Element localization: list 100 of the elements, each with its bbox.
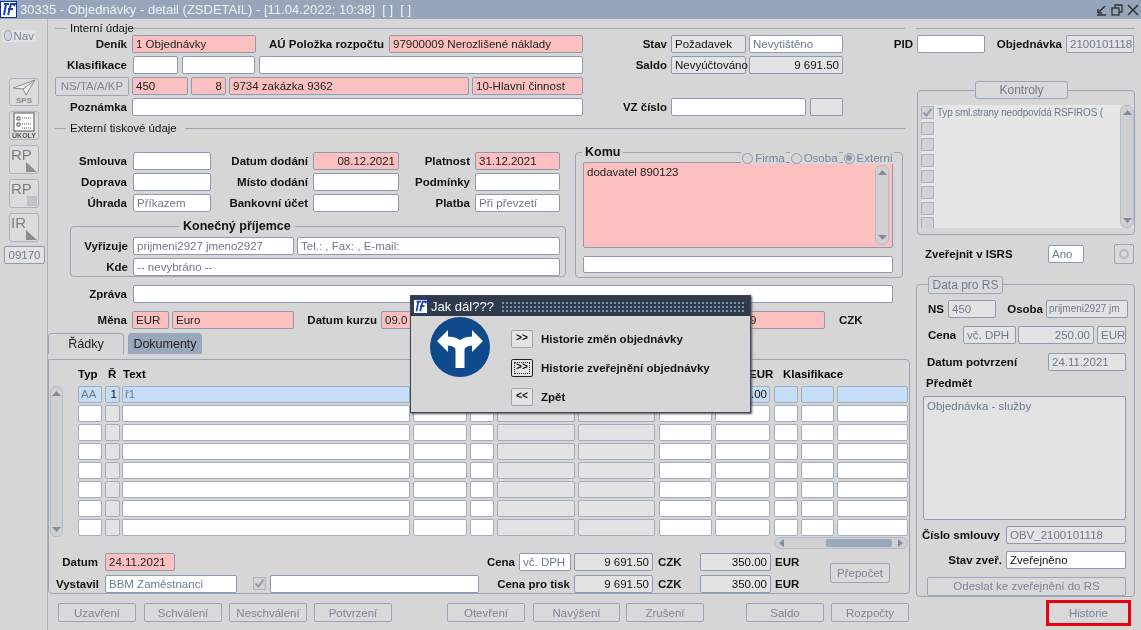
input-field[interactable] xyxy=(917,35,985,53)
recalculate-button[interactable]: Přepočet xyxy=(830,562,890,583)
text-field[interactable]: 08.12.2021 xyxy=(313,152,399,170)
text-field[interactable]: 2100101118 xyxy=(1066,35,1134,53)
action-button[interactable]: Otevření xyxy=(447,603,525,622)
input-field[interactable] xyxy=(133,173,211,191)
checkbox[interactable] xyxy=(253,577,266,590)
field-label: Deník xyxy=(94,37,127,52)
text-field[interactable]: Tel.: , Fax: , E-mail: xyxy=(297,237,560,255)
option-button[interactable]: >> xyxy=(511,329,533,348)
input-field[interactable] xyxy=(475,173,560,191)
text-field[interactable]: EUR xyxy=(1097,325,1126,344)
text-field[interactable]: 10-Hlavní činnost xyxy=(472,77,583,95)
icon-button[interactable] xyxy=(1114,244,1134,264)
checkbox[interactable] xyxy=(921,201,934,215)
text-field[interactable]: Při převzetí xyxy=(475,194,560,212)
action-button[interactable]: Rozpočty xyxy=(831,603,909,622)
text-field[interactable]: vč. DPH xyxy=(519,552,571,571)
horizontal-scrollbar[interactable] xyxy=(774,536,908,549)
column-header: Ř xyxy=(108,367,118,380)
text-field[interactable]: 9 691.50 xyxy=(574,552,653,571)
field-label: CZK xyxy=(839,313,864,328)
text-field[interactable]: 24.11.2021 xyxy=(105,552,175,571)
input-field[interactable] xyxy=(259,56,583,74)
input-field[interactable] xyxy=(313,173,399,191)
text-field[interactable]: EUR xyxy=(132,311,169,329)
text-field[interactable]: prijmeni2927 jmeno2927 xyxy=(133,237,294,255)
send-button[interactable]: Odeslat ke zveřejnění do RS xyxy=(927,576,1126,596)
tool-button[interactable]: RP xyxy=(9,145,39,174)
text-field[interactable]: -- nevybráno -- xyxy=(133,258,560,276)
tab[interactable]: Dokumenty xyxy=(128,333,202,354)
input-field[interactable] xyxy=(270,574,479,593)
radio-option[interactable]: Firma xyxy=(741,152,786,164)
text-field[interactable]: 9734 zakázka 9362 xyxy=(229,77,469,95)
action-button[interactable]: Historie xyxy=(1046,600,1131,626)
text-field[interactable]: 31.12.2021 xyxy=(475,152,560,170)
input-field[interactable] xyxy=(133,152,211,170)
text-field[interactable]: vč. DPH xyxy=(963,325,1016,344)
text-field[interactable]: 9 691.50 xyxy=(574,574,653,593)
checkbox[interactable] xyxy=(921,169,934,183)
tool-button[interactable]: IR xyxy=(9,213,39,242)
text-field[interactable]: 9 691.50 xyxy=(749,56,843,74)
checks-header[interactable]: Kontroly xyxy=(975,81,1068,99)
radio-option[interactable]: Osoba xyxy=(789,152,839,164)
action-button[interactable]: Uzavření xyxy=(58,603,136,622)
checkbox[interactable] xyxy=(921,153,934,167)
tab[interactable]: Řádky xyxy=(48,333,124,354)
text-field[interactable]: Ano xyxy=(1048,245,1084,263)
text-field[interactable]: Euro xyxy=(172,311,294,329)
text-field[interactable]: 8 xyxy=(191,77,226,95)
text-field[interactable]: 1 Objednávky xyxy=(132,35,256,53)
checkbox[interactable] xyxy=(921,185,934,199)
text-field[interactable]: 450 xyxy=(948,299,996,318)
action-button[interactable]: Saldo xyxy=(746,603,824,622)
vertical-scrollbar[interactable] xyxy=(1120,105,1134,228)
input-field[interactable] xyxy=(671,98,806,116)
checkbox[interactable] xyxy=(921,106,934,120)
tool-button[interactable]: RP xyxy=(9,179,39,208)
checkbox[interactable] xyxy=(921,122,934,136)
text-field[interactable]: BBM Zaměstnanci xyxy=(105,574,237,593)
input-field[interactable] xyxy=(182,56,255,74)
text-area[interactable]: dodavatel 890123 xyxy=(583,162,893,248)
checkbox[interactable] xyxy=(921,217,934,228)
input-field[interactable] xyxy=(313,194,399,212)
action-button[interactable]: Schválení xyxy=(144,603,222,622)
nav-radio[interactable]: Nav xyxy=(2,29,36,42)
input-field[interactable] xyxy=(810,98,843,116)
text-field[interactable]: Zveřejněno xyxy=(1006,550,1126,569)
radio-option[interactable]: Externí xyxy=(842,152,894,164)
rs-data-header[interactable]: Data pro RS xyxy=(928,275,1003,294)
text-field[interactable]: 450 xyxy=(132,77,188,95)
input-field[interactable] xyxy=(583,256,893,273)
ns-button[interactable]: NS/TA/A/KP xyxy=(55,76,129,96)
text-field[interactable]: 350.00 xyxy=(700,552,771,571)
text-field[interactable]: Nevyúčtováno xyxy=(671,56,746,74)
vertical-scrollbar[interactable] xyxy=(50,385,63,537)
text-field[interactable]: 350.00 xyxy=(700,574,771,593)
field-label: Cena xyxy=(485,554,515,570)
up-arrow-icon xyxy=(1121,108,1133,117)
option-button[interactable]: >> xyxy=(511,358,533,377)
text-field[interactable]: Požadavek xyxy=(671,35,746,53)
option-button[interactable]: << xyxy=(511,387,533,406)
text-area[interactable]: Objednávka - služby xyxy=(923,395,1126,520)
text-field[interactable]: Příkazem xyxy=(133,194,211,212)
action-button[interactable]: Zrušení xyxy=(626,603,704,622)
text-field[interactable]: OBV_2100101118 xyxy=(1006,525,1126,544)
action-button[interactable]: Navýšení xyxy=(533,603,620,622)
text-field[interactable]: 97900009 Nerozlišené náklady xyxy=(389,35,583,53)
action-button[interactable]: Potvrzení xyxy=(314,603,392,622)
text-field[interactable]: Nevytištěno xyxy=(749,35,843,53)
checkbox[interactable] xyxy=(921,138,934,152)
action-button[interactable]: Neschválení xyxy=(229,603,307,622)
text-field[interactable]: 24.11.2021 xyxy=(1048,352,1126,371)
text-field[interactable]: prijmeni2927 jm xyxy=(1046,299,1128,318)
field-label: NS xyxy=(928,301,944,317)
vertical-scrollbar[interactable] xyxy=(875,165,889,245)
input-field[interactable] xyxy=(132,98,583,116)
input-field[interactable] xyxy=(133,56,178,74)
tool-button[interactable]: SPS xyxy=(9,77,39,106)
text-field[interactable]: 250.00 xyxy=(1018,325,1094,344)
